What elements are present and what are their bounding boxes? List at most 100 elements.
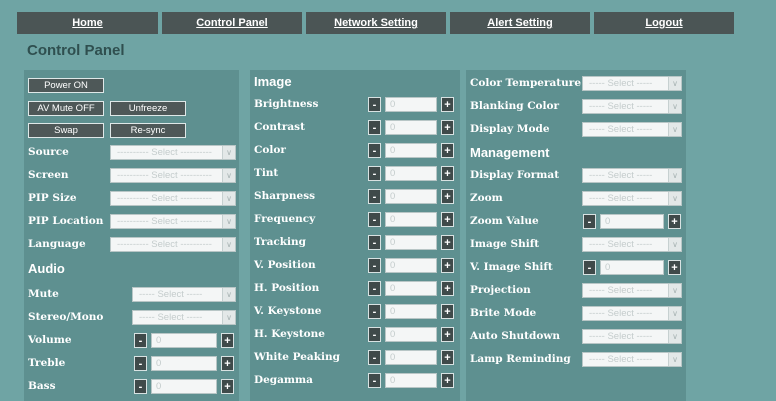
minus-icon[interactable]: - — [583, 260, 596, 275]
plus-icon[interactable]: + — [441, 258, 454, 273]
plus-icon[interactable]: + — [441, 235, 454, 250]
frequency-row: Frequency -0 + — [250, 212, 460, 228]
treble-value-field[interactable]: 0 — [151, 356, 217, 371]
minus-icon[interactable]: - — [368, 166, 381, 181]
sharpness-value-field[interactable]: 0 — [385, 189, 437, 204]
v-keystone-value-field[interactable]: 0 — [385, 304, 437, 319]
minus-icon[interactable]: - — [368, 373, 381, 388]
zoom-select[interactable]: ----- Select ----- ∨ — [582, 191, 682, 206]
chevron-down-icon[interactable]: ∨ — [222, 288, 235, 301]
h-keystone-value-field[interactable]: 0 — [385, 327, 437, 342]
chevron-down-icon[interactable]: ∨ — [668, 238, 681, 251]
zoom-value-value-field[interactable]: 0 — [600, 214, 664, 229]
degamma-value-field[interactable]: 0 — [385, 373, 437, 388]
language-select[interactable]: ---------- Select ---------- ∨ — [110, 237, 236, 252]
auto-shutdown-select[interactable]: ----- Select ----- ∨ — [582, 329, 682, 344]
chevron-down-icon[interactable]: ∨ — [222, 192, 235, 205]
chevron-down-icon[interactable]: ∨ — [668, 100, 681, 113]
pip-location-select[interactable]: ---------- Select ---------- ∨ — [110, 214, 236, 229]
tint-value-field[interactable]: 0 — [385, 166, 437, 181]
minus-icon[interactable]: - — [134, 356, 147, 371]
plus-icon[interactable]: + — [441, 304, 454, 319]
lamp-reminding-select[interactable]: ----- Select ----- ∨ — [582, 352, 682, 367]
plus-icon[interactable]: + — [441, 120, 454, 135]
plus-icon[interactable]: + — [221, 333, 234, 348]
plus-icon[interactable]: + — [441, 281, 454, 296]
pip-size-select[interactable]: ---------- Select ---------- ∨ — [110, 191, 236, 206]
chevron-down-icon[interactable]: ∨ — [222, 169, 235, 182]
minus-icon[interactable]: - — [368, 143, 381, 158]
swap-button[interactable]: Swap — [28, 123, 104, 138]
chevron-down-icon[interactable]: ∨ — [222, 146, 235, 159]
plus-icon[interactable]: + — [441, 212, 454, 227]
color-value-field[interactable]: 0 — [385, 143, 437, 158]
plus-icon[interactable]: + — [441, 143, 454, 158]
unfreeze-button[interactable]: Unfreeze — [110, 101, 186, 116]
tracking-value-field[interactable]: 0 — [385, 235, 437, 250]
white-peaking-value-field[interactable]: 0 — [385, 350, 437, 365]
color-temperature-select[interactable]: ----- Select ----- ∨ — [582, 76, 682, 91]
minus-icon[interactable]: - — [368, 189, 381, 204]
minus-icon[interactable]: - — [368, 281, 381, 296]
nav-network-setting-link[interactable]: Network Setting — [306, 12, 446, 34]
h-keystone-stepper: -0 + — [368, 327, 454, 342]
plus-icon[interactable]: + — [441, 350, 454, 365]
display-mode-select[interactable]: ----- Select ----- ∨ — [582, 122, 682, 137]
plus-icon[interactable]: + — [668, 214, 681, 229]
chevron-down-icon[interactable]: ∨ — [668, 169, 681, 182]
av-mute-button[interactable]: AV Mute OFF — [28, 101, 104, 116]
bass-value-field[interactable]: 0 — [151, 379, 217, 394]
stereo-mono-select[interactable]: ----- Select ----- ∨ — [132, 310, 236, 325]
power-button[interactable]: Power ON — [28, 78, 104, 93]
image-shift-select[interactable]: ----- Select ----- ∨ — [582, 237, 682, 252]
chevron-down-icon[interactable]: ∨ — [668, 330, 681, 343]
nav-home-link[interactable]: Home — [17, 12, 158, 34]
minus-icon[interactable]: - — [368, 304, 381, 319]
screen-select[interactable]: ---------- Select ---------- ∨ — [110, 168, 236, 183]
minus-icon[interactable]: - — [583, 214, 596, 229]
v-image-shift-value-field[interactable]: 0 — [600, 260, 664, 275]
resync-button[interactable]: Re-sync — [110, 123, 186, 138]
minus-icon[interactable]: - — [368, 120, 381, 135]
plus-icon[interactable]: + — [441, 189, 454, 204]
chevron-down-icon[interactable]: ∨ — [222, 311, 235, 324]
minus-icon[interactable]: - — [368, 212, 381, 227]
chevron-down-icon[interactable]: ∨ — [668, 307, 681, 320]
frequency-value-field[interactable]: 0 — [385, 212, 437, 227]
chevron-down-icon[interactable]: ∨ — [668, 353, 681, 366]
minus-icon[interactable]: - — [368, 235, 381, 250]
plus-icon[interactable]: + — [441, 373, 454, 388]
plus-icon[interactable]: + — [668, 260, 681, 275]
chevron-down-icon[interactable]: ∨ — [668, 284, 681, 297]
minus-icon[interactable]: - — [368, 97, 381, 112]
chevron-down-icon[interactable]: ∨ — [668, 77, 681, 90]
plus-icon[interactable]: + — [441, 327, 454, 342]
chevron-down-icon[interactable]: ∨ — [668, 192, 681, 205]
plus-icon[interactable]: + — [221, 356, 234, 371]
chevron-down-icon[interactable]: ∨ — [222, 215, 235, 228]
nav-logout-link[interactable]: Logout — [594, 12, 734, 34]
minus-icon[interactable]: - — [134, 379, 147, 394]
h-position-value-field[interactable]: 0 — [385, 281, 437, 296]
brightness-value-field[interactable]: 0 — [385, 97, 437, 112]
volume-value-field[interactable]: 0 — [151, 333, 217, 348]
brite-mode-select[interactable]: ----- Select ----- ∨ — [582, 306, 682, 321]
projection-select[interactable]: ----- Select ----- ∨ — [582, 283, 682, 298]
nav-control-panel-link[interactable]: Control Panel — [162, 12, 302, 34]
plus-icon[interactable]: + — [441, 166, 454, 181]
chevron-down-icon[interactable]: ∨ — [222, 238, 235, 251]
plus-icon[interactable]: + — [441, 97, 454, 112]
v-position-value-field[interactable]: 0 — [385, 258, 437, 273]
minus-icon[interactable]: - — [134, 333, 147, 348]
plus-icon[interactable]: + — [221, 379, 234, 394]
minus-icon[interactable]: - — [368, 258, 381, 273]
source-select[interactable]: ---------- Select ---------- ∨ — [110, 145, 236, 160]
minus-icon[interactable]: - — [368, 350, 381, 365]
contrast-value-field[interactable]: 0 — [385, 120, 437, 135]
nav-alert-setting-link[interactable]: Alert Setting — [450, 12, 590, 34]
mute-select[interactable]: ----- Select ----- ∨ — [132, 287, 236, 302]
minus-icon[interactable]: - — [368, 327, 381, 342]
chevron-down-icon[interactable]: ∨ — [668, 123, 681, 136]
blanking-color-select[interactable]: ----- Select ----- ∨ — [582, 99, 682, 114]
display-format-select[interactable]: ----- Select ----- ∨ — [582, 168, 682, 183]
